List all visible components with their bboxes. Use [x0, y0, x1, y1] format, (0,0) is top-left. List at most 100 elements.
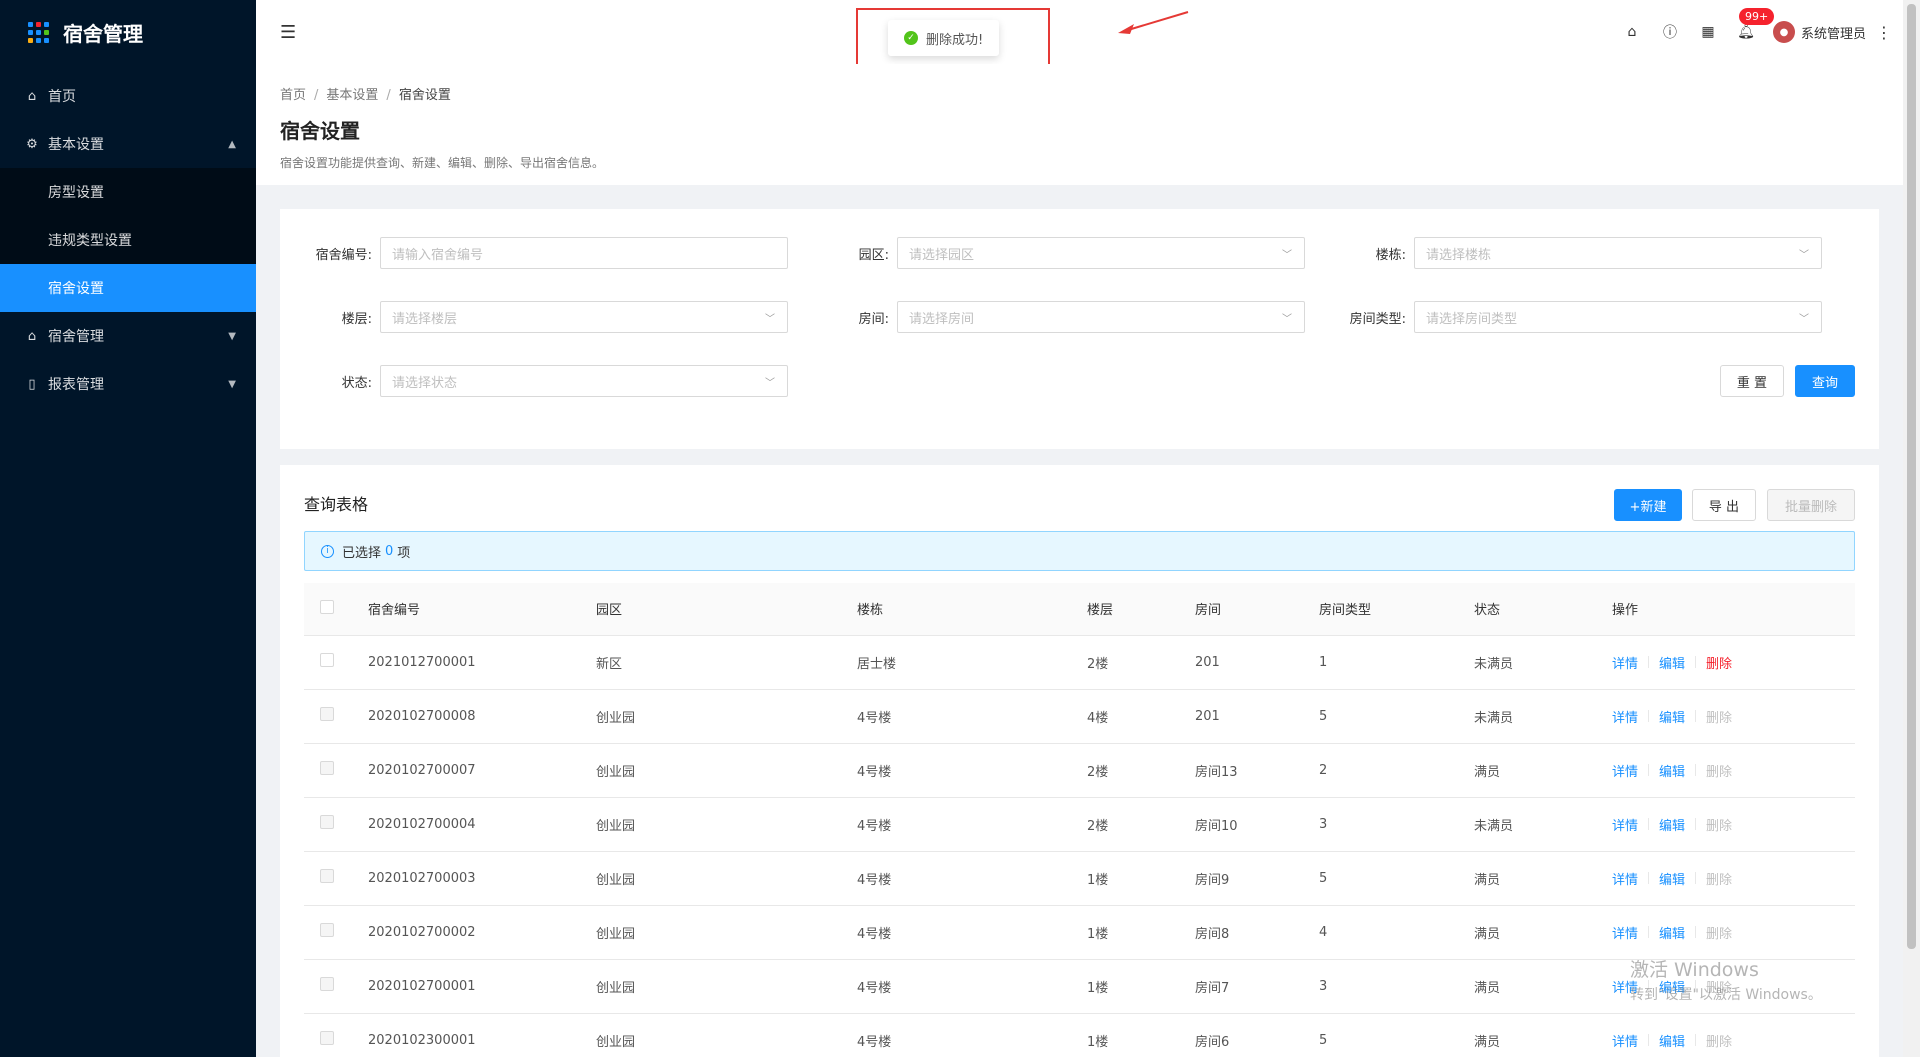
avatar[interactable]: ● — [1772, 21, 1795, 43]
sidebar-item-report-management[interactable]: ▯ 报表管理 ▼ — [0, 360, 256, 408]
col-room: 房间 — [1195, 583, 1319, 636]
col-park: 园区 — [596, 583, 857, 636]
home-icon: ⌂ — [27, 88, 37, 104]
delete-link[interactable]: 删除 — [1706, 923, 1732, 942]
row-checkbox[interactable] — [320, 1031, 334, 1045]
table-title: 查询表格 — [304, 495, 369, 514]
sidebar-item-dorm-management[interactable]: ⌂ 宿舍管理 ▼ — [0, 312, 256, 360]
row-actions: 详情 编辑 删除 — [1612, 761, 1855, 780]
delete-link[interactable]: 删除 — [1706, 815, 1732, 834]
select-all-checkbox[interactable] — [320, 599, 334, 614]
page-scrollbar[interactable] — [1903, 0, 1920, 1057]
detail-link[interactable]: 详情 — [1612, 815, 1638, 834]
action-divider — [1648, 710, 1650, 722]
dorm-no-label: 宿舍编号: — [315, 247, 372, 263]
action-divider — [1648, 818, 1650, 830]
row-actions: 详情 编辑 删除 — [1612, 707, 1855, 726]
sidebar-item-label: 首页 — [48, 89, 76, 105]
row-select-cell — [304, 905, 368, 960]
app-logo[interactable]: 宿舍管理 — [0, 0, 256, 64]
cell-room: 房间7 — [1195, 959, 1319, 1014]
room-type-placeholder: 请选择房间类型 — [1426, 311, 1518, 327]
floor-select[interactable]: 请选择楼层 ﹀ — [380, 301, 788, 333]
edit-link[interactable]: 编辑 — [1659, 761, 1685, 780]
cell-park: 创业园 — [596, 743, 857, 798]
cell-dorm-no: 2021012700001 — [368, 635, 596, 690]
breadcrumb-home[interactable]: 首页 — [280, 88, 306, 103]
delete-link[interactable]: 删除 — [1706, 1031, 1732, 1050]
row-checkbox[interactable] — [320, 869, 334, 883]
row-checkbox[interactable] — [320, 761, 334, 775]
delete-link[interactable]: 删除 — [1706, 707, 1732, 726]
sidebar-item-dorm-settings[interactable]: 宿舍设置 — [0, 264, 256, 312]
detail-link[interactable]: 详情 — [1612, 923, 1638, 942]
building-select[interactable]: 请选择楼栋 ﹀ — [1414, 237, 1822, 269]
row-checkbox[interactable] — [320, 707, 334, 721]
detail-link[interactable]: 详情 — [1612, 707, 1638, 726]
room-select[interactable]: 请选择房间 ﹀ — [897, 301, 1305, 333]
username[interactable]: 系统管理员 — [1801, 23, 1866, 42]
table-row: 2020102300001 创业园 4号楼 1楼 房间6 5 满员 详情 编辑 删除 — [304, 1013, 1855, 1057]
reset-button[interactable]: 重 置 — [1720, 365, 1784, 397]
action-divider — [1695, 872, 1697, 884]
dorm-no-field: 宿舍编号: 请输入宿舍编号 — [300, 237, 788, 269]
park-select[interactable]: 请选择园区 ﹀ — [897, 237, 1305, 269]
cell-dorm-no: 2020102700003 — [368, 851, 596, 906]
sidebar-item-home[interactable]: ⌂ 首页 — [0, 72, 256, 120]
edit-link[interactable]: 编辑 — [1659, 869, 1685, 888]
bell-icon[interactable]: 🔔︎ 99+ — [1727, 8, 1775, 40]
detail-link[interactable]: 详情 — [1612, 869, 1638, 888]
batch-delete-button[interactable]: 批量删除 — [1767, 489, 1855, 521]
more-vertical-icon[interactable]: ⋮ — [1876, 23, 1892, 42]
home-icon[interactable]: ⌂ — [1613, 24, 1651, 40]
room-type-select[interactable]: 请选择房间类型 ﹀ — [1414, 301, 1822, 333]
dorm-no-input[interactable]: 请输入宿舍编号 — [380, 237, 788, 269]
row-checkbox[interactable] — [320, 653, 334, 667]
row-actions: 详情 编辑 删除 — [1612, 923, 1855, 942]
breadcrumb-basic-settings[interactable]: 基本设置 — [326, 88, 378, 103]
room-field: 房间: 请选择房间 ﹀ — [817, 301, 1305, 333]
help-icon[interactable]: ⓘ — [1651, 22, 1689, 42]
action-divider — [1695, 656, 1697, 668]
cell-status: 未满员 — [1474, 635, 1612, 690]
delete-link[interactable]: 删除 — [1706, 653, 1732, 672]
export-button[interactable]: 导 出 — [1692, 489, 1756, 521]
breadcrumb: 首页 / 基本设置 / 宿舍设置 — [280, 84, 1879, 103]
cell-floor: 1楼 — [1087, 959, 1195, 1014]
row-checkbox[interactable] — [320, 923, 334, 937]
table-header-row: 宿舍编号 园区 楼栋 楼层 房间 房间类型 状态 操作 — [304, 583, 1855, 636]
row-select-cell — [304, 689, 368, 744]
cell-actions: 详情 编辑 删除 — [1612, 635, 1855, 690]
status-placeholder: 请选择状态 — [392, 375, 458, 391]
detail-link[interactable]: 详情 — [1612, 1031, 1638, 1050]
cell-status: 满员 — [1474, 851, 1612, 906]
row-select-cell — [304, 797, 368, 852]
row-actions: 详情 编辑 删除 — [1612, 653, 1855, 672]
edit-link[interactable]: 编辑 — [1659, 653, 1685, 672]
status-select[interactable]: 请选择状态 ﹀ — [380, 365, 788, 397]
row-select-cell — [304, 1013, 368, 1057]
new-button[interactable]: +新建 — [1614, 489, 1682, 521]
query-button[interactable]: 查询 — [1795, 365, 1855, 397]
detail-link[interactable]: 详情 — [1612, 761, 1638, 780]
check-circle-icon: ✓ — [904, 31, 918, 45]
sidebar-item-room-type-settings[interactable]: 房型设置 — [0, 168, 256, 216]
edit-link[interactable]: 编辑 — [1659, 923, 1685, 942]
edit-link[interactable]: 编辑 — [1659, 1031, 1685, 1050]
chevron-up-icon: ▲ — [228, 138, 236, 150]
row-checkbox[interactable] — [320, 815, 334, 829]
delete-link[interactable]: 删除 — [1706, 761, 1732, 780]
apps-icon[interactable]: ▦ — [1689, 24, 1727, 40]
cell-floor: 2楼 — [1087, 635, 1195, 690]
sidebar-item-basic-settings[interactable]: ⚙ 基本设置 ▲ — [0, 120, 256, 168]
breadcrumb-separator: / — [386, 88, 391, 103]
edit-link[interactable]: 编辑 — [1659, 707, 1685, 726]
delete-link[interactable]: 删除 — [1706, 869, 1732, 888]
scrollbar-thumb[interactable] — [1907, 4, 1916, 949]
sidebar-item-violation-type-settings[interactable]: 违规类型设置 — [0, 216, 256, 264]
row-checkbox[interactable] — [320, 977, 334, 991]
menu-fold-icon[interactable]: ☰ — [280, 22, 296, 43]
cell-actions: 详情 编辑 删除 — [1612, 905, 1855, 960]
edit-link[interactable]: 编辑 — [1659, 815, 1685, 834]
detail-link[interactable]: 详情 — [1612, 653, 1638, 672]
